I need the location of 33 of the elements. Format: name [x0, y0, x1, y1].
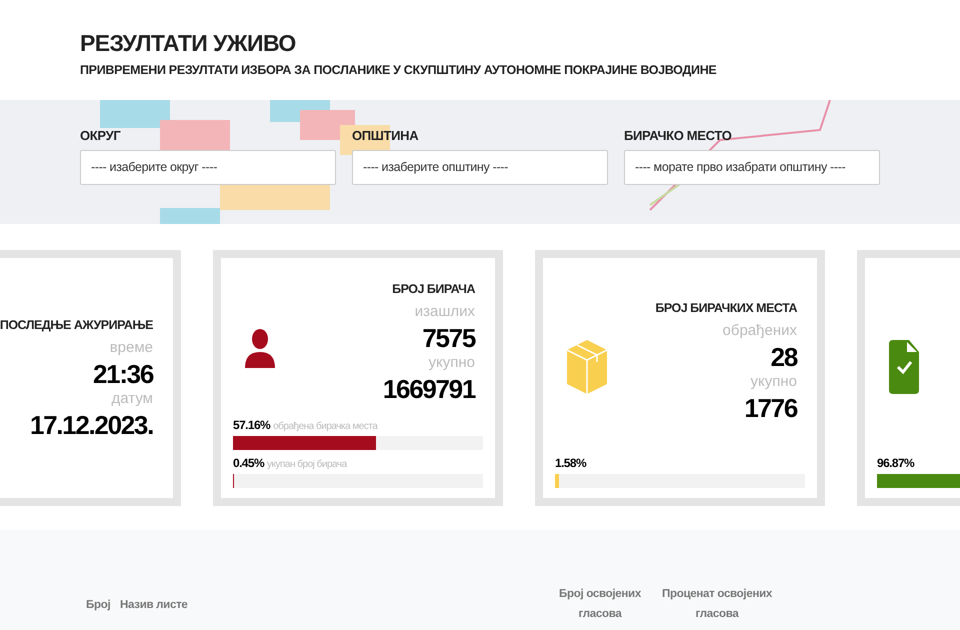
stat-label: датум — [112, 390, 153, 410]
column-header: Број освојених гласова — [558, 587, 642, 622]
dropdown-select[interactable]: ---- изаберите округ ---- — [80, 150, 336, 184]
percent-text: 57.16% — [233, 417, 270, 434]
column-header: Назив листе — [120, 598, 189, 613]
card-title: БРОЈ БИРАЧА — [392, 281, 475, 298]
stat-value: 17.12.2023. — [30, 409, 153, 442]
column-header: Број — [86, 598, 112, 613]
stat-value: 28 — [770, 340, 797, 374]
filter-label: ОКРУГ — [80, 127, 122, 145]
stat-label: укупно — [428, 354, 475, 374]
filter-label: ОПШТИНА — [352, 127, 420, 145]
bar-caption: укупан број бирача — [267, 458, 347, 472]
stat-value: 21:36 — [93, 358, 153, 390]
percent-text: 1.58% — [555, 455, 586, 472]
stat-label: укупно — [750, 373, 797, 392]
stat-value: 1669791 — [382, 373, 475, 406]
stat-label: изашлих — [414, 303, 475, 322]
stat-label: обрађених — [722, 322, 797, 341]
filter-label: БИРАЧКО МЕСТО — [624, 127, 732, 145]
percent-text: 0.45% — [233, 455, 264, 472]
dropdown-select[interactable]: ---- изаберите општину ---- — [352, 150, 608, 184]
stat-value: 1776 — [744, 392, 797, 425]
dropdown-select[interactable]: ---- морате прво изабрати општину ---- — [624, 150, 880, 184]
page-subtitle: ПРИВРЕМЕНИ РЕЗУЛТАТИ ИЗБОРА ЗА ПОСЛАНИКЕ У СКУПШТИНУ АУТОНОМНЕ ПОКРАЈИНЕ ВОЈВОДИНЕ — [80, 62, 718, 78]
card-title: БРОЈ БИРАЧКИХ МЕСТА — [655, 300, 797, 318]
bar-caption: обрађена бирачка места — [273, 420, 378, 434]
card-title: ПОСЛЕДЊЕ АЖУРИРАЊЕ — [0, 317, 153, 334]
percent-text: 96.87% — [877, 455, 914, 472]
stat-label: време — [110, 339, 153, 358]
column-header: Проценат освојених гласова — [662, 587, 772, 622]
page-title: РЕЗУЛТАТИ УЖИВО — [80, 29, 297, 58]
stat-value: 7575 — [422, 322, 475, 354]
